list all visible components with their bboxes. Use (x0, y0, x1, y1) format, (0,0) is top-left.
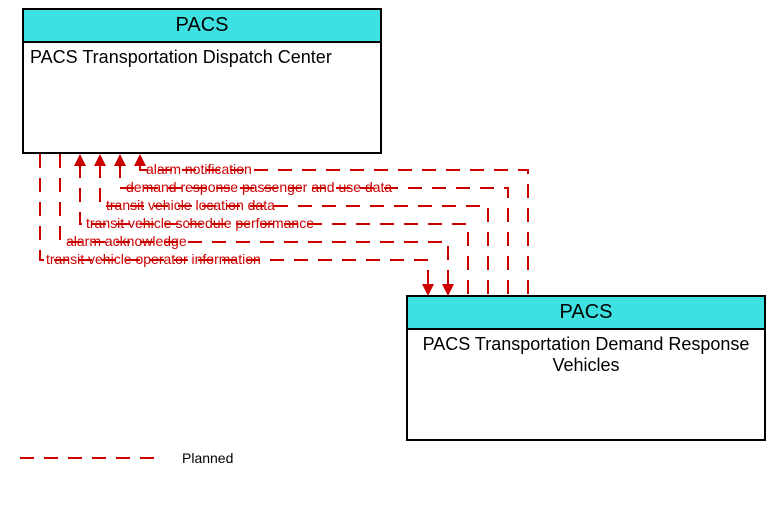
node-dispatch-center: PACS PACS Transportation Dispatch Center (22, 8, 382, 154)
node-response-vehicles-title: PACS Transportation Demand Response Vehi… (408, 330, 764, 376)
flow-schedule-performance: transit vehicle schedule performance (86, 215, 314, 231)
flow-alarm-notification: alarm notification (146, 161, 252, 177)
flow-vehicle-location: transit vehicle location data (106, 197, 275, 213)
flow-alarm-acknowledge: alarm acknowledge (66, 233, 187, 249)
flow-demand-response-data: demand response passenger and use data (126, 179, 392, 195)
node-dispatch-center-title: PACS Transportation Dispatch Center (24, 43, 380, 68)
legend-planned-label: Planned (182, 450, 233, 466)
node-response-vehicles-header: PACS (408, 297, 764, 330)
flow-operator-info: transit vehicle operator information (46, 251, 261, 267)
node-dispatch-center-header: PACS (24, 10, 380, 43)
node-response-vehicles: PACS PACS Transportation Demand Response… (406, 295, 766, 441)
